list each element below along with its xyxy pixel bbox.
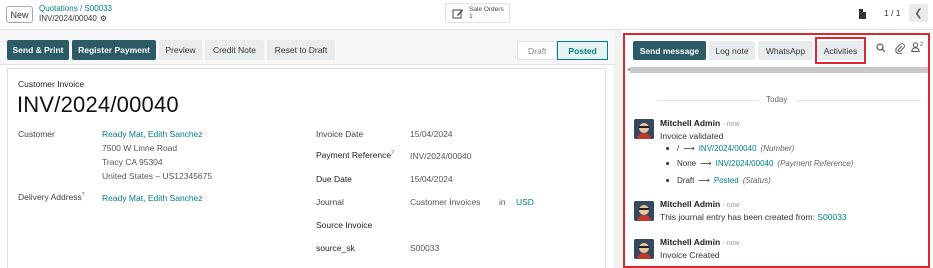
invoice-type: Customer Invoice: [18, 79, 85, 89]
message-time: - now: [722, 121, 740, 128]
message-author[interactable]: Mitchell Admin - now: [660, 118, 740, 128]
address-line3: United States – US12345675: [102, 171, 213, 181]
tracking-new-value: INV/2024/00040: [715, 159, 774, 168]
help-tooltip-icon[interactable]: ?: [82, 192, 85, 198]
message-time: - now: [722, 240, 740, 247]
payment-reference-value[interactable]: INV/2024/00040: [410, 151, 471, 161]
date-divider-left: [658, 100, 758, 101]
log-note-button[interactable]: Log note: [709, 41, 755, 60]
scroll-left-arrow-icon[interactable]: ◂: [627, 66, 630, 73]
date-divider-right: [796, 100, 921, 101]
message-body: Invoice validated: [660, 131, 724, 141]
status-bar: Draft Posted: [517, 41, 608, 60]
tracking-value: Draft ⟶ Posted (Status): [666, 176, 771, 185]
help-tooltip-icon[interactable]: ?: [391, 150, 394, 156]
status-draft[interactable]: Draft: [517, 41, 558, 60]
send-message-button[interactable]: Send message: [633, 41, 706, 60]
due-date-label: Due Date: [316, 174, 352, 184]
invoice-date-label: Invoice Date: [316, 129, 364, 139]
journal-value[interactable]: Customer Invoices: [410, 197, 480, 207]
activities-highlight: [815, 37, 866, 64]
attachment-icon[interactable]: [858, 8, 867, 23]
whatsapp-button[interactable]: WhatsApp: [758, 41, 813, 60]
message-body: This journal entry has been created from…: [660, 212, 847, 222]
credit-note-button[interactable]: Credit Note: [205, 40, 264, 60]
delivery-address-label: Delivery Address?: [18, 192, 85, 202]
breadcrumb-separator: /: [79, 4, 83, 13]
chevron-left-icon: ❮: [914, 7, 923, 19]
smart-button-label: Sale Orders: [469, 6, 504, 13]
smart-button-count: 1: [469, 13, 473, 20]
source-invoice-label: Source Invoice: [316, 220, 373, 230]
avatar[interactable]: [634, 119, 654, 139]
invoice-number: INV/2024/00040: [17, 92, 179, 117]
currency-value[interactable]: USD: [516, 197, 534, 207]
pager-previous-button[interactable]: ❮: [909, 4, 928, 22]
paperclip-icon[interactable]: [895, 43, 905, 57]
avatar[interactable]: [634, 201, 654, 221]
followers-icon[interactable]: 2: [911, 42, 923, 52]
search-icon[interactable]: [876, 43, 886, 56]
send-print-button[interactable]: Send & Print: [7, 40, 69, 60]
tracking-value: None ⟶ INV/2024/00040 (Payment Reference): [666, 159, 853, 168]
horizontal-scrollbar[interactable]: [630, 67, 928, 73]
journal-label: Journal: [316, 197, 344, 207]
message-time: - now: [722, 202, 740, 209]
tracking-new-value: INV/2024/00040: [698, 144, 757, 153]
message-author[interactable]: Mitchell Admin - now: [660, 237, 740, 247]
customer-label: Customer: [18, 129, 55, 139]
followers-count: 2: [920, 42, 924, 48]
pager-value[interactable]: 1 / 1: [884, 8, 901, 18]
preview-button[interactable]: Preview: [159, 40, 202, 60]
customer-link[interactable]: Ready Mat, Edith Sanchez: [102, 129, 203, 139]
record-name: INV/2024/00040: [39, 14, 97, 23]
message-body: Invoice Created: [660, 250, 720, 260]
breadcrumb-sale-order[interactable]: S00033: [84, 4, 112, 13]
reset-to-draft-button[interactable]: Reset to Draft: [267, 40, 335, 60]
gear-icon[interactable]: ⚙: [100, 14, 107, 24]
breadcrumb: Quotations / S00033 INV/2024/00040 ⚙: [39, 4, 112, 24]
status-posted[interactable]: Posted: [557, 41, 608, 60]
edit-document-icon: [452, 9, 463, 18]
payment-reference-label: Payment Reference?: [316, 150, 394, 160]
due-date-value[interactable]: 15/04/2024: [410, 174, 453, 184]
address-line1: 7500 W Linne Road: [102, 143, 178, 153]
register-payment-button[interactable]: Register Payment: [72, 40, 156, 60]
address-line2: Tracy CA 95304: [102, 157, 163, 167]
avatar[interactable]: [634, 239, 654, 259]
journal-in-text: in: [499, 197, 506, 207]
delivery-address-link[interactable]: Ready Mat, Edith Sanchez: [102, 193, 203, 203]
breadcrumb-quotations[interactable]: Quotations: [39, 4, 78, 13]
chatter-divider: [614, 30, 622, 268]
sale-orders-smart-button[interactable]: Sale Orders 1: [445, 3, 510, 23]
tracking-value: / ⟶ INV/2024/00040 (Number): [666, 144, 794, 153]
message-author[interactable]: Mitchell Admin - now: [660, 199, 740, 209]
tracking-new-value: Posted: [713, 176, 739, 185]
source-sk-label: source_sk: [316, 243, 355, 253]
new-button[interactable]: New: [6, 6, 33, 23]
source-order-link[interactable]: S00033: [817, 212, 846, 222]
date-divider-label: Today: [766, 95, 788, 104]
source-sk-value[interactable]: S00033: [410, 243, 439, 253]
invoice-date-value[interactable]: 15/04/2024: [410, 129, 453, 139]
